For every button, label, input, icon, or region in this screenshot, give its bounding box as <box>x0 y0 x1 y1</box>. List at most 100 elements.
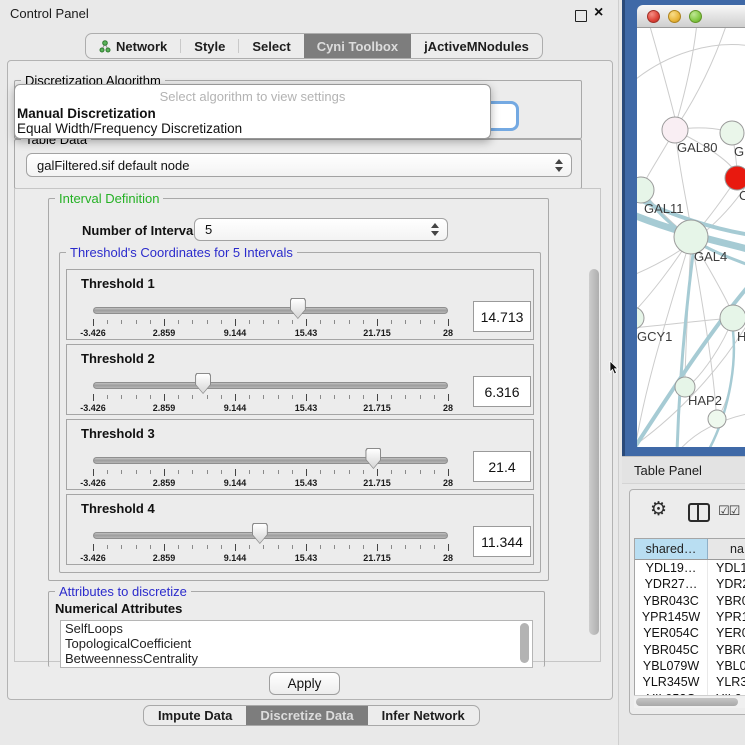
apply-button[interactable]: Apply <box>269 672 340 695</box>
threshold-coordinates-group: Threshold's Coordinates for 5 Intervals … <box>59 252 541 573</box>
tab-impute-data[interactable]: Impute Data <box>144 706 246 725</box>
network-node-label: GAL4 <box>694 249 727 264</box>
table-cell[interactable]: YER054C <box>635 625 708 641</box>
slider-track[interactable] <box>93 382 448 389</box>
checkbox-filter-icons[interactable]: ☑☑ <box>718 503 739 519</box>
close-icon[interactable]: × <box>594 4 603 22</box>
table-cell[interactable]: YBR0 <box>708 593 745 609</box>
table-cell[interactable]: YER0 <box>708 625 745 641</box>
table-horizontal-scrollbar[interactable] <box>634 695 745 708</box>
float-window-icon[interactable] <box>575 10 587 22</box>
threshold-value-field[interactable]: 6.316 <box>473 376 531 407</box>
slider-handle[interactable] <box>290 298 306 319</box>
table-cell[interactable]: YBR045C <box>635 641 708 657</box>
network-node[interactable] <box>720 305 745 331</box>
slider-track[interactable] <box>93 307 448 314</box>
algorithm-option-1[interactable]: Manual Discretization <box>17 106 156 121</box>
table-cell[interactable]: YDL1 <box>708 560 745 576</box>
threshold-label: Threshold 3 <box>81 426 155 441</box>
network-node[interactable] <box>637 307 644 329</box>
network-node-label: G <box>734 144 744 159</box>
tick-label: 21.715 <box>363 403 391 413</box>
table-cell[interactable]: YBL079W <box>635 658 708 674</box>
table-cell[interactable]: YBR043C <box>635 593 708 609</box>
slider-handle[interactable] <box>365 448 381 469</box>
table-cell[interactable]: YDR2 <box>708 576 745 592</box>
tab-label: Select <box>252 39 290 54</box>
tab-jactivemnodules[interactable]: jActiveMNodules <box>411 34 542 58</box>
table-row[interactable]: YDR27…YDR2 <box>635 576 745 592</box>
threshold-slider[interactable]: -3.4262.8599.14415.4321.71528 <box>93 371 448 413</box>
threshold-value-field[interactable]: 11.344 <box>473 526 531 557</box>
network-window-titlebar <box>637 5 745 28</box>
threshold-value-field[interactable]: 14.713 <box>473 301 531 332</box>
table-header-row: shared… na <box>635 539 745 560</box>
slider-tick-labels: -3.4262.8599.14415.4321.71528 <box>93 478 448 489</box>
attribute-list-item[interactable]: BetweennessCentrality <box>61 651 532 666</box>
table-cell[interactable]: YLR3 <box>708 674 745 690</box>
slider-ticks <box>93 394 448 402</box>
tab-discretize-data[interactable]: Discretize Data <box>246 706 367 725</box>
tab-label: Style <box>194 39 225 54</box>
table-row[interactable]: YLR345WYLR3 <box>635 674 745 690</box>
attribute-list-item[interactable]: TopologicalCoefficient <box>61 636 532 651</box>
tab-cyni-toolbox[interactable]: Cyni Toolbox <box>304 34 411 58</box>
attributes-scrollbar[interactable] <box>520 623 529 663</box>
table-cell[interactable]: YBR0 <box>708 641 745 657</box>
gear-icon[interactable]: ⚙ <box>650 498 667 521</box>
network-canvas[interactable]: GAL80GCGAL11GAL4GCY1HHAP2 <box>637 28 745 447</box>
threshold-value-field[interactable]: 21.4 <box>473 451 531 482</box>
threshold-slider[interactable]: -3.4262.8599.14415.4321.71528 <box>93 446 448 488</box>
table-row[interactable]: YBR043CYBR0 <box>635 593 745 609</box>
tick-label: -3.426 <box>80 403 106 413</box>
tick-label: 9.144 <box>224 553 247 563</box>
attributes-group: Attributes to discretize Numerical Attri… <box>48 591 545 667</box>
table-cell[interactable]: YPR1 <box>708 609 745 625</box>
column-layout-icon[interactable] <box>688 503 710 522</box>
numerical-attributes-list[interactable]: SelfLoopsTopologicalCoefficientBetweenne… <box>60 620 533 668</box>
tick-label: 2.859 <box>153 328 176 338</box>
table-row[interactable]: YDL19…YDL1 <box>635 560 745 576</box>
slider-handle[interactable] <box>252 523 268 544</box>
close-traffic-light-icon[interactable] <box>647 10 660 23</box>
algorithm-option-2[interactable]: Equal Width/Frequency Discretization <box>17 121 242 136</box>
slider-track[interactable] <box>93 532 448 539</box>
tick-label: -3.426 <box>80 553 106 563</box>
tick-label: 9.144 <box>224 328 247 338</box>
tick-label: 15.43 <box>295 553 318 563</box>
threshold-panel: Threshold 1-3.4262.8599.14415.4321.71528… <box>66 269 534 340</box>
column-header-shared-name[interactable]: shared… <box>635 539 708 559</box>
table-cell[interactable]: YPR145W <box>635 609 708 625</box>
tab-infer-network[interactable]: Infer Network <box>368 706 479 725</box>
node-table[interactable]: shared… na YDL19…YDL1YDR27…YDR2YBR043CYB… <box>634 538 745 696</box>
tab-select[interactable]: Select <box>239 34 303 58</box>
tab-network[interactable]: Network <box>86 34 180 58</box>
main-scrollbar[interactable] <box>589 269 599 635</box>
table-row[interactable]: YBR045CYBR0 <box>635 641 745 657</box>
scrollbar-thumb[interactable] <box>636 698 738 706</box>
threshold-slider[interactable]: -3.4262.8599.14415.4321.71528 <box>93 296 448 338</box>
table-row[interactable]: YER054CYER0 <box>635 625 745 641</box>
zoom-traffic-light-icon[interactable] <box>689 10 702 23</box>
table-cell[interactable]: YLR345W <box>635 674 708 690</box>
table-row[interactable]: YPR145WYPR1 <box>635 609 745 625</box>
slider-track[interactable] <box>93 457 448 464</box>
attribute-list-item[interactable]: SelfLoops <box>61 621 532 636</box>
network-node[interactable] <box>637 177 654 203</box>
combo-spinner-icon <box>431 223 439 236</box>
table-cell[interactable]: YDR27… <box>635 576 708 592</box>
minimize-traffic-light-icon[interactable] <box>668 10 681 23</box>
threshold-slider[interactable]: -3.4262.8599.14415.4321.71528 <box>93 521 448 563</box>
table-cell[interactable]: YDL19… <box>635 560 708 576</box>
slider-handle[interactable] <box>195 373 211 394</box>
table-row[interactable]: YBL079WYBL0 <box>635 658 745 674</box>
network-node[interactable] <box>720 121 744 145</box>
tab-style[interactable]: Style <box>181 34 238 58</box>
network-node[interactable] <box>708 410 726 428</box>
table-data-combobox[interactable]: galFiltered.sif default node <box>26 153 572 177</box>
column-header-name[interactable]: na <box>708 539 745 559</box>
table-cell[interactable]: YBL0 <box>708 658 745 674</box>
num-intervals-combobox[interactable]: 5 <box>194 218 448 241</box>
network-node[interactable] <box>725 166 745 190</box>
table-panel: ⚙ ☑☑ shared… na YDL19…YDL1YDR27…YDR2YBR0… <box>629 489 745 715</box>
